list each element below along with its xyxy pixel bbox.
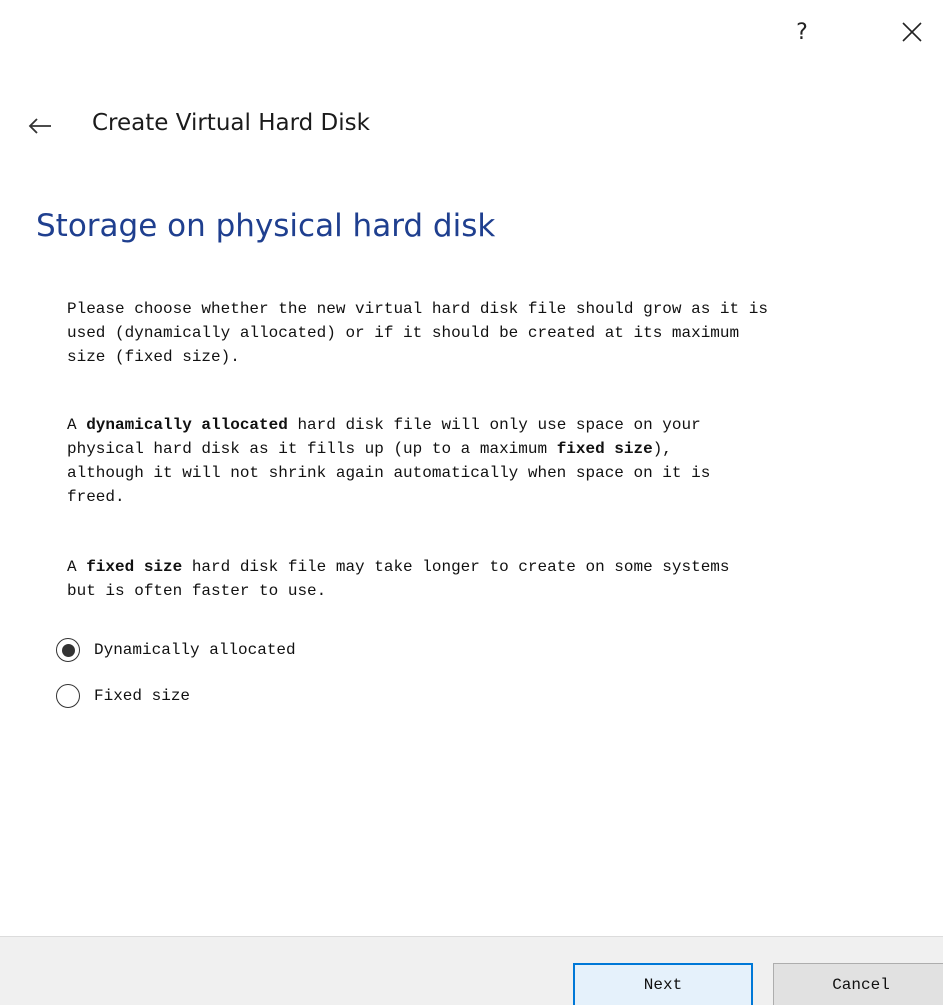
create-virtual-hard-disk-dialog: ? Create Virtual Hard Disk Storage on ph… xyxy=(0,0,943,1005)
radio-selected-icon[interactable] xyxy=(56,638,80,662)
cancel-button[interactable]: Cancel xyxy=(773,963,943,1005)
fixed-size-radio[interactable]: Fixed size xyxy=(56,682,190,710)
button-bar: Next Cancel xyxy=(0,936,943,1005)
question-mark-icon: ? xyxy=(796,19,808,45)
dynamically-allocated-radio[interactable]: Dynamically allocated xyxy=(56,636,296,664)
intro-paragraph: Please choose whether the new virtual ha… xyxy=(67,300,768,366)
fixed-size-label[interactable]: Fixed size xyxy=(94,687,190,705)
back-arrow-icon xyxy=(28,118,51,134)
help-button[interactable]: ? xyxy=(782,14,822,50)
fixed-description-paragraph: A fixed size hard disk file may take lon… xyxy=(67,558,730,600)
next-button[interactable]: Next xyxy=(573,963,753,1005)
wizard-title: Create Virtual Hard Disk xyxy=(92,110,370,136)
radio-unselected-icon[interactable] xyxy=(56,684,80,708)
page-heading: Storage on physical hard disk xyxy=(36,208,496,244)
close-button[interactable] xyxy=(892,14,932,50)
radio-dot xyxy=(61,643,75,657)
back-button[interactable] xyxy=(20,108,60,144)
dynamic-description-paragraph: A dynamically allocated hard disk file w… xyxy=(67,416,711,506)
close-icon xyxy=(902,22,922,42)
dynamically-allocated-label[interactable]: Dynamically allocated xyxy=(94,641,296,659)
